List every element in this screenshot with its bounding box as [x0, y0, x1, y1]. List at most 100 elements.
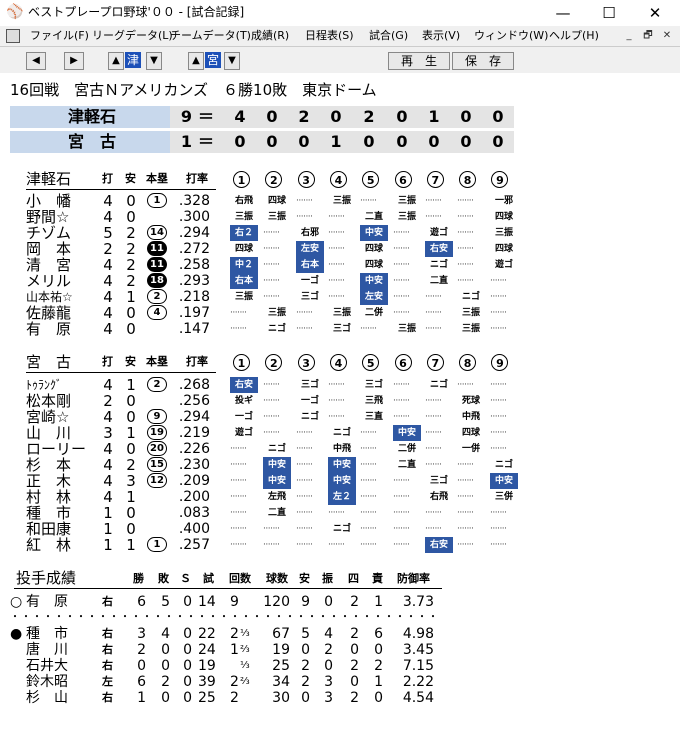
- pitcher-row[interactable]: 鈴木昭左 6 2 0 39 2 ⅔ 34 2 3 0 1 2.22: [0, 674, 460, 690]
- pitcher-row[interactable]: ○ 有 原右 6 5 0 14 9 120 9 0 2 1 3.73: [0, 594, 460, 610]
- at-bat-result: ·······: [360, 537, 392, 553]
- play-button[interactable]: 再 生: [388, 52, 450, 70]
- mdi-close-button[interactable]: ✕: [660, 29, 674, 42]
- player-hits: 0: [126, 520, 136, 538]
- player-row[interactable]: チゾム 5 2 14 .294 右２ ······· 右邪 ······· 中安 ······· 遊ゴ…: [0, 225, 520, 241]
- pitcher-s: 0: [183, 626, 192, 642]
- at-bat-empty: ·······: [360, 444, 377, 454]
- team1-down-button[interactable]: ▼: [146, 52, 162, 70]
- at-bat-hit: 右本: [230, 273, 258, 289]
- pitcher-g: 22: [198, 626, 216, 642]
- at-bat-result: ·······: [457, 241, 489, 257]
- player-row[interactable]: 野間☆ 4 0 .300 三振 三振 ······· ······· 二直 三振 ······· ··…: [0, 209, 520, 225]
- pitcher-row[interactable]: ● 種 市右 3 4 0 22 2 ⅓ 67 5 4 2 6 4.98: [0, 626, 460, 642]
- toolbar: ◀ ▶ ▲ 津 ▼ ▲ 宮 ▼ 再 生 保 存: [0, 47, 680, 73]
- at-bat-result: 三ゴ: [296, 377, 328, 393]
- menu-team-data[interactable]: チームデータ(T): [170, 29, 251, 43]
- player-row[interactable]: 清 宮 4 2 11 .258 中２ ······· 右本 ······· 四球 ······· ニゴ…: [0, 257, 520, 273]
- menu-window[interactable]: ウィンドウ(W): [474, 29, 548, 43]
- at-bat-out: 中飛: [461, 412, 480, 422]
- at-bat-empty: ·······: [393, 308, 410, 318]
- save-button[interactable]: 保 存: [452, 52, 514, 70]
- at-bat-empty: ·······: [360, 524, 377, 534]
- player-row[interactable]: 山 川 3 1 19 .219 遊ゴ ······· ······· ニゴ ······· 中安 ··…: [0, 425, 520, 441]
- minimize-button[interactable]: —: [540, 0, 586, 26]
- close-button[interactable]: ✕: [632, 0, 678, 26]
- player-row[interactable]: ﾄｩﾗﾝｸﾞ 4 1 2 .268 右安 ······· 三ゴ ······· 三ゴ ·······…: [0, 377, 520, 393]
- player-batting-average: .083: [178, 505, 210, 521]
- at-bat-empty: ·······: [490, 292, 507, 302]
- pitcher-pitch-count: 120: [263, 594, 290, 610]
- menu-game[interactable]: 試合(G): [369, 29, 408, 43]
- player-row[interactable]: メリル 4 2 18 .293 右本 ······· 一ゴ ······· 中安 ······· 二直…: [0, 273, 520, 289]
- pitcher-l: 0: [161, 690, 170, 706]
- at-bat-out: 三飛: [364, 396, 383, 406]
- scoreboard-inning-score: 2: [298, 107, 310, 126]
- at-bat-result: ·······: [296, 425, 328, 441]
- player-row[interactable]: 紅 林 1 1 1.257 ······· ······· ······· ······· ··…: [0, 537, 520, 553]
- player-at-bats: 3: [103, 424, 113, 442]
- pitcher-w: 6: [137, 674, 146, 690]
- scoreboard-total: 9: [180, 107, 192, 126]
- at-bat-empty: ·······: [328, 228, 345, 238]
- at-bat-result: ·······: [457, 521, 489, 537]
- at-bat-result: 三振: [393, 193, 425, 209]
- team2-down-button[interactable]: ▼: [224, 52, 240, 70]
- mdi-restore-button[interactable]: 🗗: [641, 29, 655, 42]
- player-batting-average: .268: [178, 377, 210, 393]
- at-bat-result: 右安: [230, 377, 262, 393]
- menu-view[interactable]: 表示(V): [422, 29, 460, 43]
- pitching-header: 防御率: [397, 572, 430, 585]
- player-row[interactable]: 松本剛 2 0 .256 投ギ ······· 一ゴ ······· 三飛 ······· ····…: [0, 393, 520, 409]
- player-row[interactable]: 有 原 4 0 .147 ······· ニゴ ······· 三ゴ ······· 三振 ····…: [0, 321, 520, 337]
- at-bat-result: ·······: [230, 305, 262, 321]
- at-bat-result: 中飛: [328, 441, 360, 457]
- next-game-button[interactable]: ▶: [64, 52, 84, 70]
- player-row[interactable]: 種 市 1 0 .083 ······· 二直 ······· ······· ······· ·…: [0, 505, 520, 521]
- pitching-header: 四: [348, 572, 359, 585]
- player-row[interactable]: 山本祐☆ 4 1 2 .218 三振 ······· 三ゴ ······· 左安 ······· ··…: [0, 289, 520, 305]
- pitcher-row[interactable]: 石井大右 0 0 0 19 ⅓ 25 2 0 2 2 7.15: [0, 658, 460, 674]
- player-row[interactable]: 小 幡 4 0 1 .328 右飛 四球 ······· 三振 ······· 三振 ······· ·…: [0, 193, 520, 209]
- pitcher-er: 6: [374, 626, 383, 642]
- menu-schedule[interactable]: 日程表(S): [305, 29, 354, 43]
- player-row[interactable]: 佐藤龍 4 0 4 .197 ······· 三振 ······· 三振 二併 ······· ···…: [0, 305, 520, 321]
- at-bat-empty: ·······: [425, 460, 442, 470]
- menu-help[interactable]: ヘルプ(H): [549, 29, 599, 43]
- at-bat-result: ·······: [490, 273, 522, 289]
- header-underline: [26, 189, 216, 190]
- at-bat-out: 三ゴ: [364, 380, 383, 390]
- player-row[interactable]: 宮崎☆ 4 0 9 .294 一ゴ ······· ニゴ ······· 三直 ······· ···…: [0, 409, 520, 425]
- menu-league-data[interactable]: リーグデータ(L): [92, 29, 173, 43]
- at-bat-result: ·······: [296, 321, 328, 337]
- header-batting-average: 打率: [186, 355, 208, 368]
- player-row[interactable]: 正 木 4 3 12 .209 ······· 中安 ······· 中安 ······· ····…: [0, 473, 520, 489]
- menu-records[interactable]: 成績(R): [251, 29, 289, 43]
- mdi-minimize-button[interactable]: _: [622, 29, 636, 42]
- header-home-runs: 本塁: [146, 172, 168, 185]
- team2-up-button[interactable]: ▲: [188, 52, 204, 70]
- pitcher-row[interactable]: 杉 山右 1 0 0 25 2 30 0 3 2 0 4.54: [0, 690, 460, 706]
- at-bat-out: 一ゴ: [300, 276, 319, 286]
- team1-up-button[interactable]: ▲: [108, 52, 124, 70]
- player-row[interactable]: 和田康 1 0 .400 ······· ······· ······· ニゴ ······· ·…: [0, 521, 520, 537]
- at-bat-result: ·······: [425, 305, 457, 321]
- prev-game-button[interactable]: ◀: [26, 52, 46, 70]
- inning-number-header: 1: [233, 354, 250, 371]
- player-row[interactable]: 杉 本 4 2 15 .230 ······· 中安 ······· 中安 ······· 二直 ··…: [0, 457, 520, 473]
- player-at-bats: 2: [103, 392, 113, 410]
- maximize-button[interactable]: ☐: [586, 0, 632, 26]
- player-row[interactable]: 村 林 4 1 .200 ······· 左飛 ······· 左２ ······· ······…: [0, 489, 520, 505]
- at-bat-result: 三振: [490, 225, 522, 241]
- at-bat-out: 二併: [397, 444, 416, 454]
- at-bat-result: 右飛: [425, 489, 457, 505]
- pitcher-row[interactable]: 唐 川右 2 0 0 24 1 ⅔ 19 0 2 0 0 3.45: [0, 642, 460, 658]
- player-row[interactable]: 岡 本 2 2 11 .272 四球 ······· 左安 ······· 四球 ······· 右安…: [0, 241, 520, 257]
- at-bat-out: 遊ゴ: [234, 428, 253, 438]
- document-icon[interactable]: [6, 29, 20, 43]
- at-bat-result: ·······: [490, 409, 522, 425]
- player-row[interactable]: ローリー 4 0 20 .226 ······· ニゴ ······· 中飛 ······· 二併 ·…: [0, 441, 520, 457]
- at-bat-result: ·······: [230, 321, 262, 337]
- menu-file[interactable]: ファイル(F): [30, 29, 89, 43]
- at-bat-result: ニゴ: [296, 409, 328, 425]
